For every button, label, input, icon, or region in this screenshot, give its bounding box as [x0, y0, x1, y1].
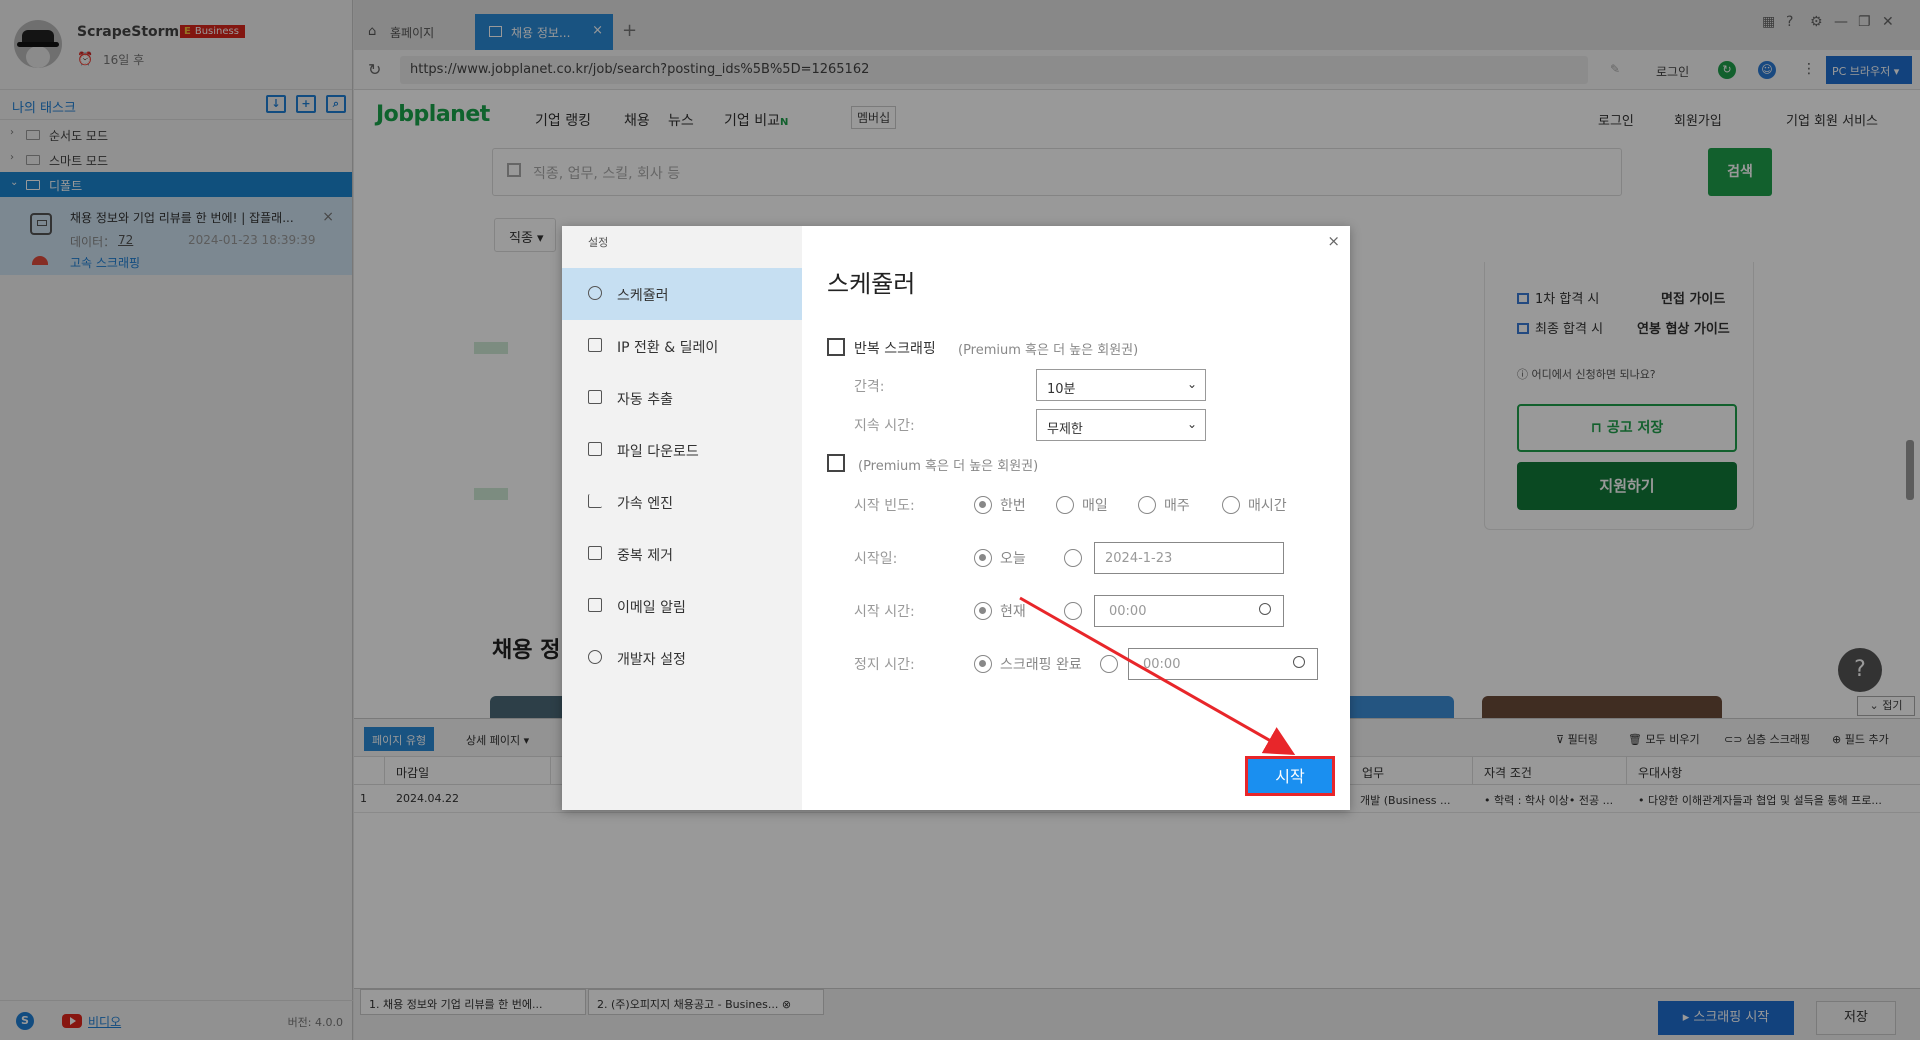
start-today-radio[interactable] — [974, 549, 992, 567]
list-icon — [588, 546, 602, 560]
start-time-label: 시작 시간: — [854, 604, 915, 620]
clock-icon — [1259, 603, 1271, 615]
chevron-down-icon: ⌄ — [1186, 377, 1197, 391]
frequency-label: 시작 빈도: — [854, 498, 915, 514]
freq-once-radio[interactable] — [974, 496, 992, 514]
start-now-radio[interactable] — [974, 602, 992, 620]
start-date-label: 시작일: — [854, 551, 898, 567]
settings-nav: 설정 스케쥴러 IP 전환 & 딜레이 자동 추출 파일 다운로드 가속 엔진 … — [562, 226, 802, 810]
nav-dedupe[interactable]: 중복 제거 — [562, 528, 802, 580]
stop-on-complete-radio[interactable] — [974, 655, 992, 673]
nav-email-alert[interactable]: 이메일 알림 — [562, 580, 802, 632]
stop-time-radio[interactable] — [1100, 655, 1118, 673]
nav-auto-extract[interactable]: 자동 추출 — [562, 372, 802, 424]
duration-select[interactable]: 무제한 ⌄ — [1036, 409, 1206, 441]
premium-note: (Premium 혹은 더 높은 회원권) — [958, 343, 1139, 358]
start-date-radio[interactable] — [1064, 549, 1082, 567]
start-date-input[interactable]: 2024-1-23 — [1094, 542, 1284, 574]
modal-title: 설정 — [588, 236, 609, 249]
file-icon — [588, 442, 602, 456]
chevron-down-icon: ⌄ — [1186, 417, 1197, 431]
nav-scheduler[interactable]: 스케쥴러 — [562, 268, 802, 320]
ip-icon — [588, 338, 602, 352]
close-icon[interactable]: × — [1327, 232, 1340, 250]
repeat-scrape-label: 반복 스크래핑 — [854, 341, 936, 357]
repeat-scrape-checkbox[interactable] — [827, 338, 845, 356]
nav-file-download[interactable]: 파일 다운로드 — [562, 424, 802, 476]
settings-modal: 설정 스케쥴러 IP 전환 & 딜레이 자동 추출 파일 다운로드 가속 엔진 … — [562, 226, 1350, 810]
stop-time-input[interactable]: 00:00 — [1128, 648, 1318, 680]
modal-heading: 스케쥴러 — [827, 270, 916, 298]
chart-icon — [588, 494, 602, 508]
premium-note-2: (Premium 혹은 더 높은 회원권) — [858, 459, 1039, 474]
nav-ip-rotation[interactable]: IP 전환 & 딜레이 — [562, 320, 802, 372]
interval-label: 간격: — [854, 379, 885, 395]
mail-icon — [588, 598, 602, 612]
freq-hourly-radio[interactable] — [1222, 496, 1240, 514]
freq-weekly-radio[interactable] — [1138, 496, 1156, 514]
clock-icon — [1293, 656, 1305, 668]
nav-accelerate-engine[interactable]: 가속 엔진 — [562, 476, 802, 528]
interval-select[interactable]: 10분 ⌄ — [1036, 369, 1206, 401]
external-link-icon — [588, 390, 602, 404]
scheduler-start-button[interactable]: 시작 — [1245, 756, 1335, 796]
schedule-checkbox[interactable] — [827, 454, 845, 472]
alarm-clock-icon — [588, 286, 602, 300]
gear-icon — [588, 650, 602, 664]
freq-daily-radio[interactable] — [1056, 496, 1074, 514]
stop-time-label: 정지 시간: — [854, 657, 915, 673]
start-time-radio[interactable] — [1064, 602, 1082, 620]
nav-developer[interactable]: 개발자 설정 — [562, 632, 802, 684]
start-time-input[interactable]: 00:00 — [1094, 595, 1284, 627]
duration-label: 지속 시간: — [854, 418, 915, 434]
